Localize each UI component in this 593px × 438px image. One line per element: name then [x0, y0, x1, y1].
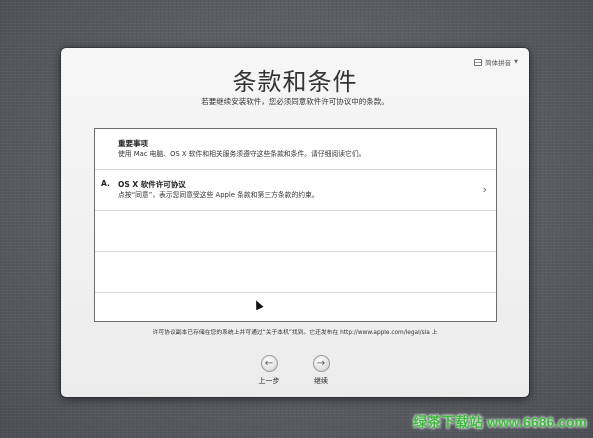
list-item-empty: [95, 293, 496, 321]
list-item-empty: [95, 211, 496, 252]
forward-arrow-icon[interactable]: →: [312, 355, 330, 372]
list-item-important[interactable]: 重要事项 使用 Mac 电脑、OS X 软件和相关服务须遵守这些条款和条件。请仔…: [95, 129, 496, 170]
continue-button[interactable]: → 继续: [301, 355, 341, 386]
back-button-label: 上一步: [258, 377, 280, 385]
license-sheet: 简体拼音 ▼ 条款和条件 若要继续安装软件，您必须同意软件许可协议中的条款。 重…: [61, 48, 529, 397]
chevron-right-icon[interactable]: ›: [483, 183, 487, 196]
continue-button-label: 继续: [314, 377, 328, 385]
list-item-description: 使用 Mac 电脑、OS X 软件和相关服务须遵守这些条款和条件。请仔细阅读它们…: [118, 150, 366, 158]
list-item-empty: [95, 252, 496, 293]
list-item-description: 点按“同意”，表示您同意受这些 Apple 条款和第三方条款的约束。: [118, 191, 319, 199]
site-watermark: 绿茶下载站 www.6686.com: [413, 414, 587, 430]
back-button[interactable]: ← 上一步: [249, 355, 289, 386]
terms-list: 重要事项 使用 Mac 电脑、OS X 软件和相关服务须遵守这些条款和条件。请仔…: [94, 128, 497, 322]
license-footnote: 许可协议副本已存储在您的系统上并可通过“关于本机”找到。它还发布在 http:/…: [152, 330, 438, 336]
list-item-marker: A.: [101, 179, 110, 188]
page-subtitle: 若要继续安装软件，您必须同意软件许可协议中的条款。: [201, 97, 389, 106]
page-title: 条款和条件: [232, 68, 358, 96]
list-item-license[interactable]: A. OS X 软件许可协议 点按“同意”，表示您同意受这些 Apple 条款和…: [95, 170, 496, 211]
back-arrow-icon[interactable]: ←: [260, 355, 278, 372]
